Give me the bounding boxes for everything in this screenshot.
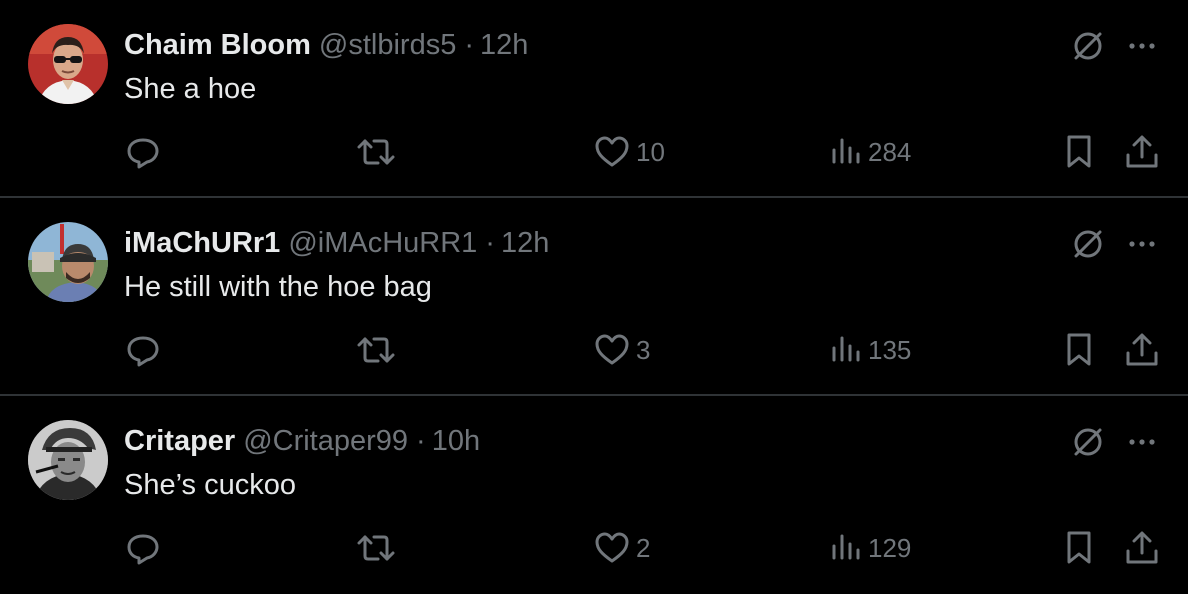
tweet[interactable]: Critaper @Critaper99 · 10h She’s cuckoo … (0, 396, 1188, 594)
reply-button[interactable] (124, 330, 162, 370)
bookmark-button[interactable] (1062, 132, 1096, 172)
grok-icon[interactable] (1068, 26, 1108, 66)
like-count: 2 (636, 532, 651, 563)
more-icon[interactable] (1122, 224, 1162, 264)
like-button[interactable]: 10 (594, 132, 665, 172)
reply-icon (127, 138, 159, 169)
retweet-icon (357, 535, 395, 561)
share-icon (1126, 135, 1158, 168)
views-icon (832, 534, 860, 560)
bookmark-icon (1067, 135, 1091, 168)
share-button[interactable] (1124, 528, 1160, 568)
like-button[interactable]: 3 (594, 330, 650, 370)
display-name[interactable]: Chaim Bloom (124, 26, 311, 64)
display-name[interactable]: iMaChURr1 (124, 224, 280, 262)
bookmark-icon (1067, 531, 1091, 564)
share-icon (1126, 333, 1158, 366)
share-button[interactable] (1124, 132, 1160, 172)
grok-icon[interactable] (1068, 422, 1108, 462)
heart-icon (595, 334, 629, 365)
separator-dot: · (485, 227, 495, 259)
more-icon[interactable] (1122, 26, 1162, 66)
handle[interactable]: @Critaper99 (243, 422, 408, 460)
timestamp[interactable]: 12h (480, 26, 528, 64)
avatar[interactable] (28, 420, 108, 500)
tweet-header: Chaim Bloom @stlbirds5 · 12h (124, 26, 528, 64)
grok-icon[interactable] (1068, 224, 1108, 264)
reply-icon (127, 336, 159, 367)
retweet-button[interactable] (356, 528, 396, 568)
reply-button[interactable] (124, 132, 162, 172)
tweet-text: She’s cuckoo (124, 469, 296, 501)
tweet[interactable]: iMaChURr1 @iMAcHuRR1 · 12h He still with… (0, 198, 1188, 396)
like-button[interactable]: 2 (594, 528, 650, 568)
handle[interactable]: @iMAcHuRR1 (288, 224, 477, 262)
views-icon (832, 138, 860, 164)
view-count: 135 (868, 334, 912, 365)
view-count: 284 (868, 136, 912, 167)
tweet-text: She a hoe (124, 73, 257, 105)
retweet-button[interactable] (356, 330, 396, 370)
handle[interactable]: @stlbirds5 (319, 26, 456, 64)
tweet-header: iMaChURr1 @iMAcHuRR1 · 12h (124, 224, 549, 262)
avatar[interactable] (28, 222, 108, 302)
heart-icon (595, 136, 629, 167)
display-name[interactable]: Critaper (124, 422, 235, 460)
like-count: 3 (636, 334, 651, 365)
retweet-icon (357, 337, 395, 363)
view-count: 129 (868, 532, 912, 563)
tweet-text: He still with the hoe bag (124, 271, 432, 303)
avatar[interactable] (28, 24, 108, 104)
views-button[interactable]: 284 (830, 132, 911, 172)
reply-button[interactable] (124, 528, 162, 568)
bookmark-button[interactable] (1062, 528, 1096, 568)
heart-icon (595, 532, 629, 563)
share-icon (1126, 531, 1158, 564)
retweet-button[interactable] (356, 132, 396, 172)
separator-dot: · (416, 425, 426, 457)
like-count: 10 (636, 136, 665, 167)
tweet-header: Critaper @Critaper99 · 10h (124, 422, 480, 460)
views-button[interactable]: 135 (830, 330, 911, 370)
tweet[interactable]: Chaim Bloom @stlbirds5 · 12h She a hoe 1… (0, 0, 1188, 198)
timestamp[interactable]: 10h (432, 422, 480, 460)
separator-dot: · (464, 29, 475, 61)
share-button[interactable] (1124, 330, 1160, 370)
retweet-icon (357, 139, 395, 165)
bookmark-button[interactable] (1062, 330, 1096, 370)
views-icon (832, 336, 860, 362)
more-icon[interactable] (1122, 422, 1162, 462)
views-button[interactable]: 129 (830, 528, 911, 568)
bookmark-icon (1067, 333, 1091, 366)
reply-icon (127, 534, 159, 565)
timestamp[interactable]: 12h (501, 224, 549, 262)
